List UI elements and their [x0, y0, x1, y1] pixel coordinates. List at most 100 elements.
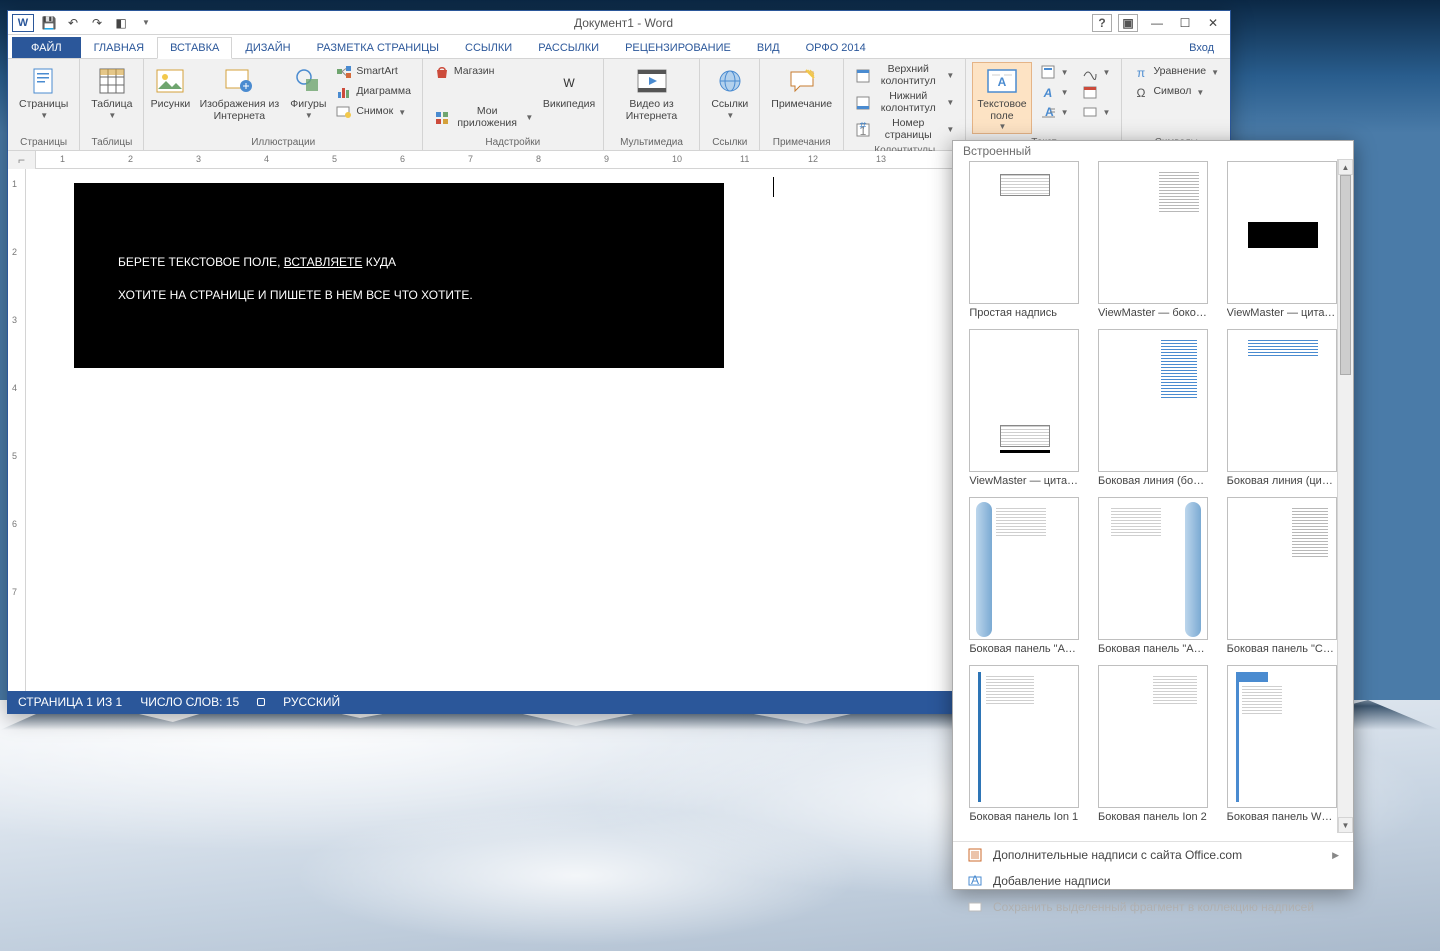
- datetime-button[interactable]: [1077, 82, 1116, 102]
- gallery-item[interactable]: Боковая панель "Се...: [1222, 497, 1341, 655]
- status-words[interactable]: ЧИСЛО СЛОВ: 15: [140, 695, 239, 709]
- chart-button[interactable]: Диаграмма: [331, 82, 416, 102]
- group-comments: Примечание Примечания: [760, 59, 844, 150]
- dropcap-button[interactable]: A▼: [1035, 102, 1074, 122]
- sign-in-link[interactable]: Вход: [1183, 38, 1220, 58]
- gallery-item[interactable]: Боковая панель "Асп...: [1094, 497, 1213, 655]
- textbox-icon: A: [986, 65, 1018, 97]
- scroll-up-icon[interactable]: ▲: [1338, 159, 1353, 175]
- store-button[interactable]: Магазин: [429, 62, 538, 82]
- pages-button[interactable]: Страницы▼: [14, 62, 73, 123]
- gallery-section-header: Встроенный: [953, 141, 1353, 161]
- wordart-button[interactable]: A▼: [1035, 82, 1074, 102]
- equation-button[interactable]: πУравнение▼: [1128, 62, 1224, 82]
- symbol-button[interactable]: ΩСимвол▼: [1128, 82, 1224, 102]
- apps-icon: [434, 110, 450, 126]
- qa-customize-dropdown[interactable]: ▼: [137, 14, 155, 32]
- group-media: Видео из Интернета Мультимедиа: [604, 59, 701, 150]
- maximize-button[interactable]: ☐: [1172, 14, 1198, 32]
- gallery-item-label: Простая надпись: [969, 307, 1079, 319]
- textbox-content: БЕРЕТЕ ТЕКСТОВОЕ ПОЛЕ, ВСТАВЛЯЕТЕ КУДА Х…: [118, 243, 473, 308]
- tab-layout[interactable]: РАЗМЕТКА СТРАНИЦЫ: [304, 37, 452, 58]
- group-illustrations: Рисунки Изображения из Интернета Фигуры▼…: [144, 59, 422, 150]
- tab-review[interactable]: РЕЦЕНЗИРОВАНИЕ: [612, 37, 744, 58]
- svg-text:A: A: [1042, 86, 1052, 100]
- quick-access-toolbar: 💾 ↶ ↷ ◧ ▼: [40, 14, 155, 32]
- textbox-button[interactable]: A Текстовое поле▼: [972, 62, 1031, 134]
- vertical-ruler[interactable]: 1234567: [8, 169, 26, 691]
- minimize-button[interactable]: —: [1144, 14, 1170, 32]
- svg-text:A: A: [998, 75, 1007, 89]
- footer-button[interactable]: Нижний колонтитул▼: [850, 89, 959, 116]
- document-textbox[interactable]: БЕРЕТЕ ТЕКСТОВОЕ ПОЛЕ, ВСТАВЛЯЕТЕ КУДА Х…: [74, 183, 724, 368]
- quickparts-icon: [1040, 64, 1056, 80]
- ribbon-display-button[interactable]: ▣: [1118, 14, 1138, 32]
- wordart-icon: A: [1040, 84, 1056, 100]
- shapes-button[interactable]: Фигуры▼: [288, 62, 328, 123]
- status-page[interactable]: СТРАНИЦА 1 ИЗ 1: [18, 695, 122, 709]
- gallery-item-label: ViewMaster — боков...: [1098, 307, 1208, 319]
- tab-view[interactable]: ВИД: [744, 37, 793, 58]
- screenshot-button[interactable]: Снимок▼: [331, 102, 416, 122]
- group-links: Ссылки▼ Ссылки: [700, 59, 760, 150]
- online-pictures-button[interactable]: Изображения из Интернета: [193, 62, 285, 125]
- save-icon[interactable]: 💾: [40, 14, 58, 32]
- table-button[interactable]: Таблица▼: [86, 62, 137, 123]
- gallery-item[interactable]: Боковая панель Ion 2: [1094, 665, 1213, 823]
- undo-icon[interactable]: ↶: [64, 14, 82, 32]
- help-button[interactable]: ?: [1092, 14, 1112, 32]
- store-icon: [434, 64, 450, 80]
- gallery-item[interactable]: Простая надпись: [965, 161, 1084, 319]
- gallery-item[interactable]: ViewMaster — боков...: [1094, 161, 1213, 319]
- video-icon: [636, 65, 668, 97]
- gallery-item[interactable]: Боковая панель "Асп...: [965, 497, 1084, 655]
- tab-references[interactable]: ССЫЛКИ: [452, 37, 525, 58]
- page-number-button[interactable]: #1Номер страницы▼: [850, 116, 959, 143]
- comment-button[interactable]: Примечание: [766, 62, 837, 114]
- gallery-draw-textbox[interactable]: A Добавление надписи: [953, 868, 1353, 894]
- tab-orfo[interactable]: ОРФО 2014: [793, 37, 879, 58]
- gallery-item[interactable]: Боковая панель Whisp: [1222, 665, 1341, 823]
- close-button[interactable]: ✕: [1200, 14, 1226, 32]
- signature-button[interactable]: ▼: [1077, 62, 1116, 82]
- tab-file[interactable]: ФАЙЛ: [12, 37, 81, 58]
- gallery-item-label: Боковая панель Ion 2: [1098, 811, 1208, 823]
- gallery-item-label: Боковая панель "Асп...: [969, 643, 1079, 655]
- redo-icon[interactable]: ↷: [88, 14, 106, 32]
- links-button[interactable]: Ссылки▼: [706, 62, 753, 123]
- gallery-item-label: Боковая панель "Асп...: [1098, 643, 1208, 655]
- quickparts-button[interactable]: ▼: [1035, 62, 1074, 82]
- page-number-icon: #1: [855, 122, 871, 138]
- gallery-item[interactable]: Боковая панель Ion 1: [965, 665, 1084, 823]
- gallery-more-online[interactable]: Дополнительные надписи с сайта Office.co…: [953, 842, 1353, 868]
- touch-mode-icon[interactable]: ◧: [112, 14, 130, 32]
- gallery-item[interactable]: Боковая линия (боко...: [1094, 329, 1213, 487]
- svg-text:W: W: [563, 76, 575, 90]
- gallery-item[interactable]: Боковая линия (цита...: [1222, 329, 1341, 487]
- page-icon: [28, 65, 60, 97]
- tab-design[interactable]: ДИЗАЙН: [232, 37, 303, 58]
- gallery-item[interactable]: ViewMaster — цитата...: [1222, 161, 1341, 319]
- wikipedia-button[interactable]: W Википедия: [541, 62, 596, 114]
- scroll-down-icon[interactable]: ▼: [1338, 817, 1353, 833]
- object-icon: [1082, 104, 1098, 120]
- group-headers: Верхний колонтитул▼ Нижний колонтитул▼ #…: [844, 59, 966, 150]
- header-button[interactable]: Верхний колонтитул▼: [850, 62, 959, 89]
- scrollbar-thumb[interactable]: [1340, 175, 1351, 375]
- tab-mailings[interactable]: РАССЫЛКИ: [525, 37, 612, 58]
- gallery-scrollbar[interactable]: ▲ ▼: [1337, 159, 1353, 833]
- object-button[interactable]: ▼: [1077, 102, 1116, 122]
- online-video-button[interactable]: Видео из Интернета: [610, 62, 694, 125]
- gallery-thumbnail: [1227, 497, 1337, 640]
- gallery-item[interactable]: ViewMaster — цитата...: [965, 329, 1084, 487]
- smartart-button[interactable]: SmartArt: [331, 62, 416, 82]
- pictures-button[interactable]: Рисунки: [150, 62, 190, 114]
- gallery-thumbnail: [1098, 497, 1208, 640]
- tab-insert[interactable]: ВСТАВКА: [157, 37, 232, 59]
- signature-icon: [1082, 64, 1098, 80]
- macro-record-icon[interactable]: [257, 698, 265, 706]
- my-apps-button[interactable]: Мои приложения▼: [429, 104, 538, 131]
- footer-icon: [855, 95, 871, 111]
- status-language[interactable]: РУССКИЙ: [283, 695, 340, 709]
- tab-home[interactable]: ГЛАВНАЯ: [81, 37, 157, 58]
